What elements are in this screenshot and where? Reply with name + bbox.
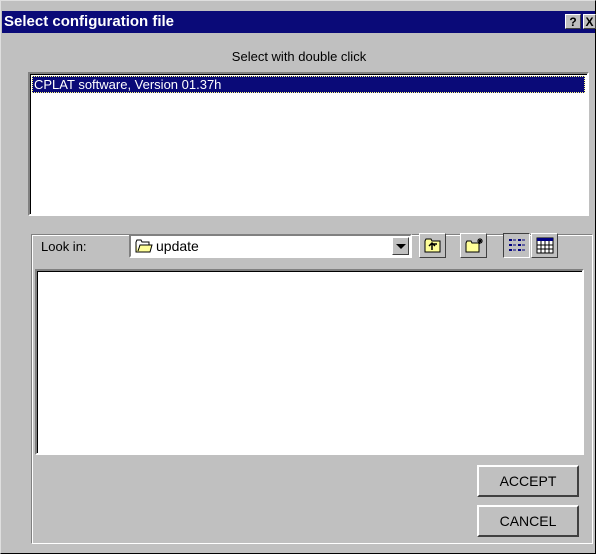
look-in-combo[interactable]: update xyxy=(129,234,412,258)
list-view-button[interactable] xyxy=(503,233,530,258)
current-folder-name: update xyxy=(156,238,199,254)
details-view-button[interactable] xyxy=(531,233,558,258)
details-view-icon xyxy=(536,237,554,254)
config-file-list[interactable]: CPLAT software, Version 01.37h xyxy=(28,72,589,216)
open-folder-icon xyxy=(135,238,153,259)
new-folder-icon xyxy=(465,238,483,253)
up-one-level-button[interactable] xyxy=(419,233,446,258)
title-bar[interactable]: Select configuration file ? X xyxy=(2,11,596,33)
window-title: Select configuration file xyxy=(4,13,175,30)
close-button[interactable]: X xyxy=(583,14,596,29)
list-view-icon xyxy=(509,239,525,251)
accept-button[interactable]: ACCEPT xyxy=(477,465,579,497)
instruction-text: Select with double click xyxy=(231,49,367,64)
folder-contents-pane[interactable] xyxy=(35,269,584,455)
look-in-label: Look in: xyxy=(41,239,87,254)
up-one-level-icon xyxy=(424,238,441,253)
cancel-button[interactable]: CANCEL xyxy=(477,505,579,537)
dropdown-arrow-icon[interactable] xyxy=(392,237,409,255)
help-button[interactable]: ? xyxy=(565,14,581,29)
select-config-dialog: Select configuration file ? X Select wit… xyxy=(0,0,596,554)
new-folder-button[interactable] xyxy=(460,233,487,258)
list-item[interactable]: CPLAT software, Version 01.37h xyxy=(32,76,585,93)
